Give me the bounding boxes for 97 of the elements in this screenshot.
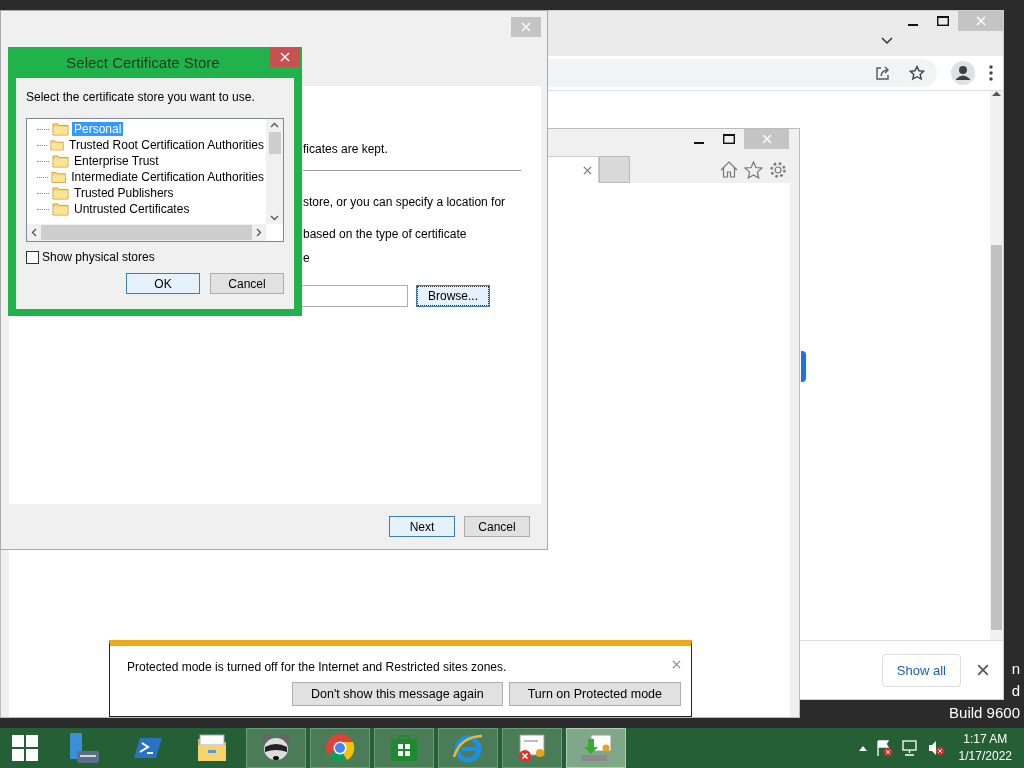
maximize-icon [937, 16, 949, 26]
dialog-button[interactable]: OK [126, 273, 200, 294]
store-icon [389, 733, 419, 763]
show-hidden-icons-button[interactable] [858, 745, 867, 751]
tree-item[interactable]: Enterprise Trust [72, 154, 161, 168]
server-icon [67, 731, 101, 765]
show-all-button[interactable]: Show all [881, 653, 961, 687]
avatar-icon [951, 61, 975, 85]
speaker-muted-icon [926, 739, 945, 757]
tree-item[interactable]: Intermediate Certification Authorities [69, 170, 266, 184]
home-icon [720, 161, 738, 178]
desktop-watermark-text: d [1011, 681, 1020, 701]
menu-button[interactable] [989, 65, 993, 81]
certificate-icon [516, 733, 548, 763]
bookmark-button[interactable] [909, 65, 925, 81]
scroll-thumb[interactable] [41, 225, 252, 240]
tab-search-button[interactable] [881, 37, 893, 45]
maximize-icon [723, 134, 735, 144]
share-icon [875, 65, 891, 81]
taskbar-app[interactable] [246, 728, 306, 768]
menu-icon [989, 65, 993, 81]
description-text: store, or you can specify a location for [303, 195, 507, 209]
folder-icon [50, 170, 67, 184]
internet-explorer-icon [452, 733, 484, 763]
notification-button[interactable]: Don't show this message again [292, 682, 503, 706]
clock-date: 1/17/2022 [958, 748, 1012, 765]
settings-button[interactable] [769, 160, 787, 179]
close-icon [975, 16, 986, 26]
scroll-right-icon [256, 228, 262, 237]
scroll-left-icon [31, 228, 37, 237]
chevron-down-icon [881, 37, 893, 45]
browse-button[interactable]: Browse... [417, 286, 489, 306]
scroll-thumb[interactable] [268, 132, 281, 154]
checkbox[interactable] [26, 250, 39, 264]
desktop-watermark-text: Build 9600 [949, 703, 1020, 723]
close-icon [521, 22, 531, 32]
close-icon [761, 134, 772, 144]
store-tree[interactable]: Personal Trusted Root Certification Authorities Enterprise Trust Intermediate Certification Authorities Trusted Publishers Untrusted Certificates [26, 118, 284, 242]
close-button[interactable] [672, 660, 681, 669]
horizontal-scrollbar[interactable] [27, 224, 266, 241]
close-button[interactable] [270, 47, 300, 67]
network-icon [900, 739, 919, 757]
share-button[interactable] [875, 65, 891, 81]
partial-button[interactable] [801, 351, 806, 382]
close-tab-button[interactable] [583, 165, 592, 175]
animal-icon [261, 733, 291, 763]
tree-item[interactable]: Trusted Publishers [72, 186, 176, 200]
wizard-button[interactable]: Cancel [464, 516, 530, 537]
powershell-icon [134, 736, 162, 760]
star-icon [744, 160, 763, 179]
notification-message: Protected mode is turned off for the Internet and Restricted sites zones. [127, 660, 507, 674]
scroll-up-icon [992, 91, 1001, 97]
checkbox-label: Show physical stores [42, 250, 155, 264]
folder-icon [52, 202, 69, 216]
folder-icon [52, 154, 69, 168]
wizard-button[interactable]: Next [389, 516, 455, 537]
folder-icon [49, 138, 64, 152]
volume-button[interactable] [926, 739, 945, 757]
home-button[interactable] [720, 161, 738, 178]
tree-item[interactable]: Untrusted Certificates [72, 202, 192, 216]
close-icon [977, 664, 989, 676]
network-button[interactable] [900, 739, 919, 757]
chrome-icon [325, 733, 355, 763]
notification-button[interactable]: Turn on Protected mode [508, 682, 681, 706]
clock-time: 1:17 AM [963, 731, 1008, 748]
minimize-icon [694, 141, 704, 144]
settings-icon [769, 160, 787, 179]
caret-up-icon [858, 745, 867, 751]
minimize-icon [908, 23, 918, 26]
close-button[interactable] [977, 664, 989, 676]
close-icon [583, 165, 592, 175]
scrollbar[interactable] [990, 91, 1003, 640]
windows-logo-icon [12, 735, 38, 761]
scroll-down-icon [270, 215, 279, 221]
favorites-button[interactable] [744, 160, 763, 179]
description-text: ficates are kept. [303, 142, 389, 156]
scroll-thumb[interactable] [991, 245, 1002, 630]
star-icon [909, 65, 925, 81]
prompt-text: Select the certificate store you want to use. [26, 90, 256, 104]
flag-icon [874, 739, 893, 757]
clock[interactable]: 1:17 AM 1/17/2022 [958, 731, 1012, 765]
option-label: based on the type of certificate [303, 227, 468, 241]
tree-item[interactable]: Trusted Root Certification Authorities [67, 138, 266, 152]
folder-icon [52, 186, 69, 200]
action-center-button[interactable] [874, 739, 893, 757]
folder-icon [196, 733, 228, 763]
vertical-scrollbar[interactable] [266, 119, 283, 224]
folder-icon [52, 122, 69, 136]
certificate-install-icon [579, 733, 613, 763]
close-icon [280, 52, 290, 62]
option-label: e [303, 251, 311, 265]
close-icon [672, 660, 681, 669]
profile-button[interactable] [951, 61, 975, 85]
dialog-button[interactable]: Cancel [210, 273, 284, 294]
scroll-up-icon [270, 122, 279, 128]
desktop-watermark-text: n [1011, 659, 1020, 679]
dialog-title: Select Certificate Store [65, 54, 221, 71]
